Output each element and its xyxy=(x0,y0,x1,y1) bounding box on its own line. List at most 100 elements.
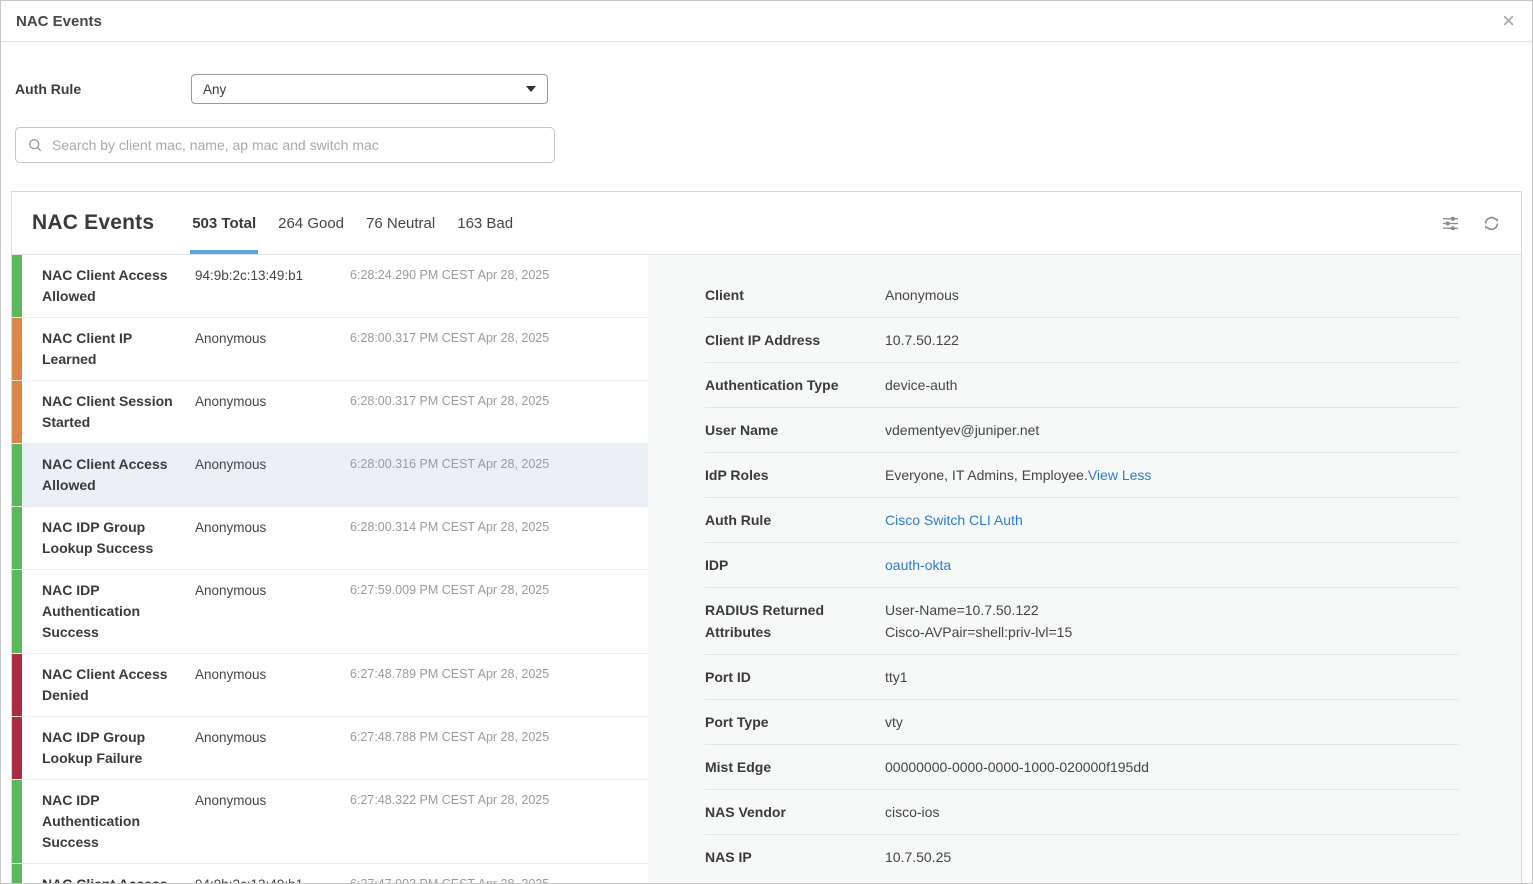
detail-value: vty xyxy=(885,711,903,733)
status-bar-good xyxy=(12,780,22,863)
event-time: 6:27:59.009 PM CEST Apr 28, 2025 xyxy=(350,580,640,601)
detail-value: tty1 xyxy=(885,666,908,688)
event-time: 6:28:00.316 PM CEST Apr 28, 2025 xyxy=(350,454,640,475)
detail-value: User-Name=10.7.50.122 Cisco-AVPair=shell… xyxy=(885,599,1072,643)
detail-row-client: Client Anonymous xyxy=(705,273,1459,318)
card-header-icons xyxy=(1441,192,1501,254)
detail-label: Port ID xyxy=(705,666,885,688)
detail-label: User Name xyxy=(705,419,885,441)
idp-roles-value: Everyone, IT Admins, Employee. xyxy=(885,467,1088,483)
detail-value: Anonymous xyxy=(885,284,959,306)
detail-row-nas-ip: NAS IP 10.7.50.25 xyxy=(705,835,1459,879)
detail-row-user-name: User Name vdementyev@juniper.net xyxy=(705,408,1459,453)
event-time: 6:28:00.314 PM CEST Apr 28, 2025 xyxy=(350,517,640,538)
event-title: NAC Client Access Allowed xyxy=(42,265,195,307)
event-client: 94:9b:2c:13:49:b1 xyxy=(195,265,350,286)
radius-attr-line: User-Name=10.7.50.122 xyxy=(885,599,1072,621)
event-row[interactable]: NAC IDP Group Lookup Success Anonymous 6… xyxy=(12,507,648,570)
status-bar-neutral xyxy=(12,381,22,443)
status-bar-neutral xyxy=(12,318,22,380)
event-row[interactable]: NAC Client Session Started Anonymous 6:2… xyxy=(12,381,648,444)
event-title: NAC IDP Authentication Success xyxy=(42,580,195,643)
detail-row-radius-attrs: RADIUS Returned Attributes User-Name=10.… xyxy=(705,588,1459,655)
detail-label: Authentication Type xyxy=(705,374,885,396)
search-box[interactable] xyxy=(15,127,555,163)
event-client: 94:9b:2c:13:49:b1 xyxy=(195,874,350,884)
event-row[interactable]: NAC IDP Group Lookup Failure Anonymous 6… xyxy=(12,717,648,780)
tab-neutral[interactable]: 76 Neutral xyxy=(364,192,437,254)
detail-label: Client IP Address xyxy=(705,329,885,351)
event-time: 6:27:48.789 PM CEST Apr 28, 2025 xyxy=(350,664,640,685)
event-client: Anonymous xyxy=(195,790,350,811)
filters-section: Auth Rule Any xyxy=(1,42,1532,163)
filter-sliders-icon[interactable] xyxy=(1441,214,1460,233)
event-detail-panel: Client Anonymous Client IP Address 10.7.… xyxy=(648,255,1521,884)
event-client: Anonymous xyxy=(195,454,350,475)
detail-label: IDP xyxy=(705,554,885,576)
modal-title: NAC Events xyxy=(16,13,102,30)
event-row[interactable]: NAC Client Access Denied Anonymous 6:27:… xyxy=(12,654,648,717)
idp-link[interactable]: oauth-okta xyxy=(885,554,951,576)
event-time: 6:28:00.317 PM CEST Apr 28, 2025 xyxy=(350,391,640,412)
tab-good[interactable]: 264 Good xyxy=(276,192,346,254)
auth-rule-dropdown[interactable]: Any xyxy=(191,74,548,104)
event-title: NAC IDP Group Lookup Success xyxy=(42,517,195,559)
event-time: 6:28:24.290 PM CEST Apr 28, 2025 xyxy=(350,265,640,286)
event-row-partial[interactable]: NAC Client Access Allowed 94:9b:2c:13:49… xyxy=(12,864,648,884)
event-row[interactable]: NAC IDP Authentication Success Anonymous… xyxy=(12,570,648,654)
event-row[interactable]: NAC IDP Authentication Success Anonymous… xyxy=(12,780,648,864)
event-time: 6:27:47.903 PM CEST Apr 28, 2025 xyxy=(350,874,640,884)
refresh-icon[interactable] xyxy=(1482,214,1501,233)
detail-row-port-type: Port Type vty xyxy=(705,700,1459,745)
search-input[interactable] xyxy=(52,137,543,153)
event-time: 6:28:00.317 PM CEST Apr 28, 2025 xyxy=(350,328,640,349)
card-header: NAC Events 503 Total 264 Good 76 Neutral… xyxy=(12,192,1521,255)
detail-row-nas-vendor: NAS Vendor cisco-ios xyxy=(705,790,1459,835)
auth-rule-label: Auth Rule xyxy=(15,81,191,97)
modal-titlebar: NAC Events × xyxy=(1,1,1532,42)
event-row-selected[interactable]: NAC Client Access Allowed Anonymous 6:28… xyxy=(12,444,648,507)
status-bar-good xyxy=(12,570,22,653)
event-title: NAC IDP Authentication Success xyxy=(42,790,195,853)
status-bar-good xyxy=(12,507,22,569)
event-client: Anonymous xyxy=(195,328,350,349)
view-less-link[interactable]: View Less xyxy=(1088,467,1152,483)
event-row[interactable]: NAC Client IP Learned Anonymous 6:28:00.… xyxy=(12,318,648,381)
detail-value: 00000000-0000-0000-1000-020000f195dd xyxy=(885,756,1149,778)
detail-label: IdP Roles xyxy=(705,464,885,486)
detail-value: 10.7.50.25 xyxy=(885,846,951,868)
card-body: NAC Client Access Allowed 94:9b:2c:13:49… xyxy=(12,255,1521,884)
detail-label: Mist Edge xyxy=(705,756,885,778)
detail-label: RADIUS Returned Attributes xyxy=(705,599,885,643)
detail-label: Auth Rule xyxy=(705,509,885,531)
detail-row-port-id: Port ID tty1 xyxy=(705,655,1459,700)
detail-label: NAS Vendor xyxy=(705,801,885,823)
status-bar-bad xyxy=(12,717,22,779)
nac-events-modal: NAC Events × Auth Rule Any NAC Events 50… xyxy=(0,0,1533,884)
detail-value: device-auth xyxy=(885,374,957,396)
event-title: NAC Client Access Allowed xyxy=(42,874,195,884)
detail-value: Everyone, IT Admins, Employee.View Less xyxy=(885,464,1151,486)
radius-attr-line: Cisco-AVPair=shell:priv-lvl=15 xyxy=(885,621,1072,643)
detail-label: NAS IP xyxy=(705,846,885,868)
detail-row-auth-rule: Auth Rule Cisco Switch CLI Auth xyxy=(705,498,1459,543)
status-bar-good xyxy=(12,864,22,884)
tab-total[interactable]: 503 Total xyxy=(190,192,258,254)
detail-row-mist-edge: Mist Edge 00000000-0000-0000-1000-020000… xyxy=(705,745,1459,790)
status-bar-good xyxy=(12,255,22,317)
event-filter-tabs: 503 Total 264 Good 76 Neutral 163 Bad xyxy=(190,192,515,254)
event-list: NAC Client Access Allowed 94:9b:2c:13:49… xyxy=(12,255,648,884)
detail-row-auth-type: Authentication Type device-auth xyxy=(705,363,1459,408)
event-title: NAC Client Access Denied xyxy=(42,664,195,706)
tab-bad[interactable]: 163 Bad xyxy=(455,192,515,254)
detail-row-idp-roles: IdP Roles Everyone, IT Admins, Employee.… xyxy=(705,453,1459,498)
event-row[interactable]: NAC Client Access Allowed 94:9b:2c:13:49… xyxy=(12,255,648,318)
detail-row-client-ip: Client IP Address 10.7.50.122 xyxy=(705,318,1459,363)
auth-rule-link[interactable]: Cisco Switch CLI Auth xyxy=(885,509,1023,531)
close-icon[interactable]: × xyxy=(1500,10,1517,32)
event-title: NAC IDP Group Lookup Failure xyxy=(42,727,195,769)
event-time: 6:27:48.788 PM CEST Apr 28, 2025 xyxy=(350,727,640,748)
status-bar-bad xyxy=(12,654,22,716)
event-client: Anonymous xyxy=(195,517,350,538)
chevron-down-icon xyxy=(526,86,536,92)
